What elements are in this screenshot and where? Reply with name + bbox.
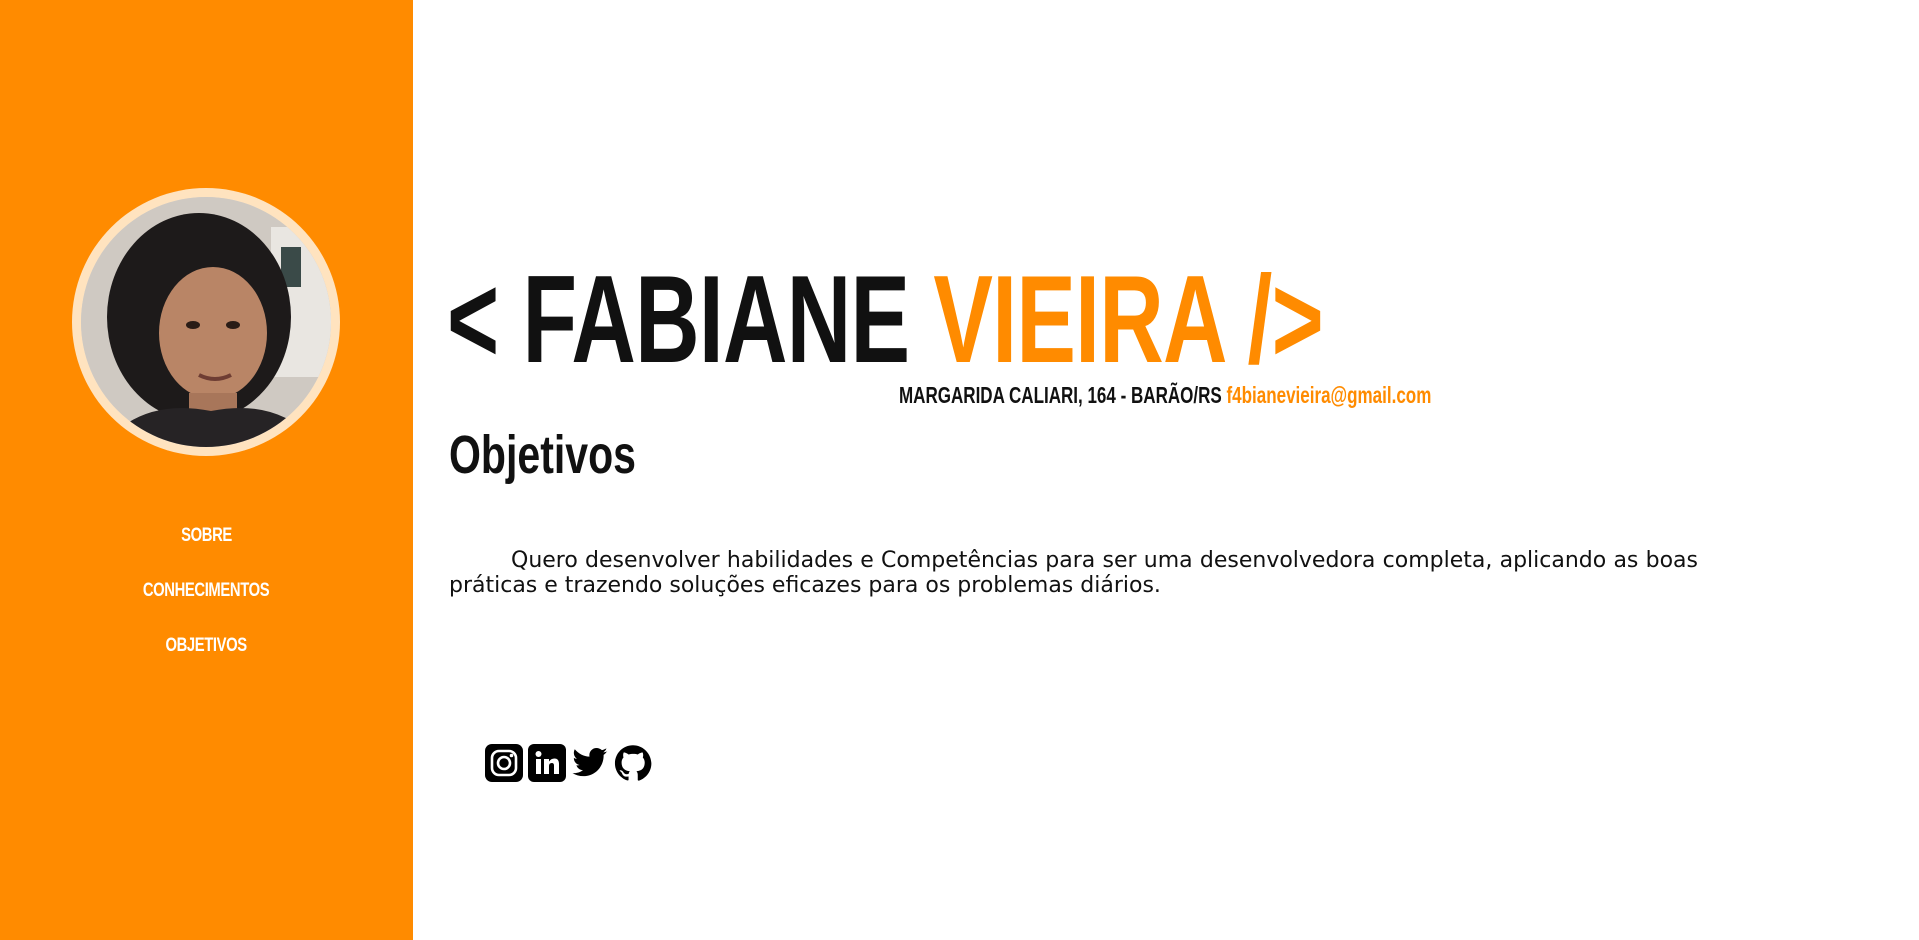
twitter-icon [572, 747, 608, 777]
social-links [485, 744, 652, 782]
nav-link-conhecimentos[interactable]: CONHECIMENTOS [143, 563, 270, 618]
nav-link-sobre[interactable]: SOBRE [181, 508, 232, 563]
linkedin-link[interactable] [528, 744, 566, 782]
section-title-objetivos: Objetivos [449, 425, 637, 485]
name-accent: VIEIRA /> [933, 251, 1324, 389]
page-title: < FABIANE VIEIRA /> [447, 255, 1324, 385]
objetivos-text: Quero desenvolver habilidades e Competên… [449, 548, 1698, 598]
sidebar-nav: SOBRE CONHECIMENTOS OBJETIVOS [0, 508, 413, 673]
github-icon [614, 745, 652, 781]
main-content: < FABIANE VIEIRA /> MARGARIDA CALIARI, 1… [413, 0, 1919, 940]
linkedin-icon [528, 744, 566, 782]
address-text: MARGARIDA CALIARI, 164 - BARÃO/RS [899, 382, 1222, 408]
nav-link-objetivos[interactable]: OBJETIVOS [166, 618, 248, 673]
github-link[interactable] [614, 744, 652, 782]
contact-line: MARGARIDA CALIARI, 164 - BARÃO/RS f4bian… [899, 382, 1431, 409]
avatar-frame [72, 188, 340, 456]
instagram-link[interactable] [485, 744, 523, 782]
sidebar: SOBRE CONHECIMENTOS OBJETIVOS [0, 0, 413, 940]
profile-photo [81, 197, 331, 447]
instagram-icon [485, 744, 523, 782]
email-link[interactable]: f4bianevieira@gmail.com [1226, 382, 1431, 408]
avatar [81, 197, 331, 447]
name-prefix: < FABIANE [447, 251, 910, 389]
twitter-link[interactable] [571, 744, 609, 782]
